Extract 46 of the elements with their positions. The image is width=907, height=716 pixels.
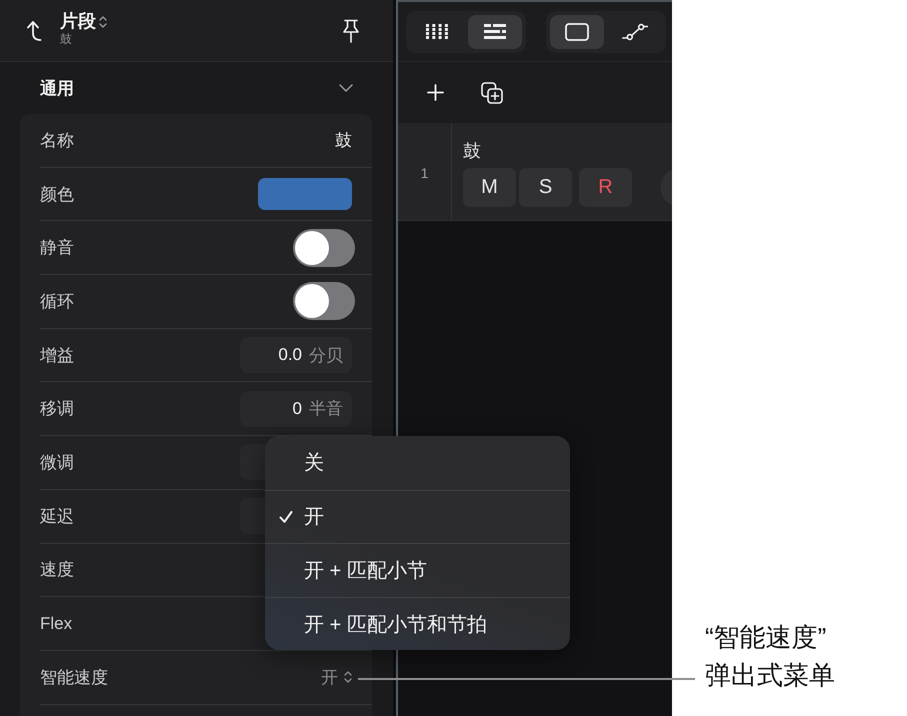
duplicate-icon[interactable]	[481, 82, 503, 104]
track-row[interactable]: 1 鼓 M S R	[398, 123, 672, 221]
pin-icon[interactable]	[342, 18, 360, 42]
panel-subtitle: 鼓	[60, 32, 72, 46]
menu-item[interactable]: 开 + 匹配小节和节拍	[265, 596, 570, 650]
number-field[interactable]: 0.0 分贝	[240, 337, 352, 374]
list-view-button[interactable]	[468, 14, 522, 48]
checkmark-icon	[279, 510, 293, 524]
curve-nodes-icon	[622, 22, 648, 40]
setting-label: 名称	[40, 130, 74, 152]
plus-icon[interactable]	[427, 84, 444, 101]
back-icon[interactable]	[25, 20, 42, 42]
solo-button[interactable]: S	[519, 168, 572, 207]
chevron-updown-icon[interactable]	[99, 14, 107, 28]
setting-label: 颜色	[40, 184, 74, 206]
popup-button[interactable]: 开	[321, 666, 352, 689]
chevron-updown-icon	[344, 670, 352, 684]
setting-label: 静音	[40, 237, 74, 260]
section-title[interactable]: 通用	[40, 76, 74, 100]
chevron-icon[interactable]	[339, 84, 353, 92]
setting-label: 微调	[40, 452, 74, 474]
setting-label: 速度	[40, 559, 74, 582]
mute-button[interactable]: M	[463, 168, 516, 207]
menu-item[interactable]: 开	[265, 490, 570, 544]
record-button[interactable]: R	[579, 168, 632, 207]
region-mode-button[interactable]	[550, 14, 604, 48]
list-icon	[484, 24, 506, 39]
setting-label: 延迟	[40, 506, 74, 528]
toggle-switch[interactable]	[293, 228, 355, 267]
menu-item[interactable]: 开 + 匹配小节	[265, 543, 570, 597]
panel-title: 片段	[60, 11, 96, 32]
setting-label: 智能速度	[40, 666, 108, 689]
setting-label: 循环	[40, 290, 74, 313]
setting-label: 增益	[40, 344, 74, 367]
setting-label: 移调	[40, 398, 74, 420]
track-number: 1	[420, 164, 428, 180]
toggle-switch[interactable]	[293, 282, 355, 320]
grid-icon	[426, 24, 448, 39]
menu-item[interactable]: 关	[265, 436, 570, 490]
color-swatch[interactable]	[258, 178, 352, 210]
setting-label: Flex	[40, 614, 72, 634]
number-field[interactable]: 0 半音	[240, 390, 352, 427]
track-name: 鼓	[463, 140, 481, 162]
rectangle-icon	[565, 22, 589, 40]
name-value[interactable]: 鼓	[335, 128, 352, 152]
callout-label: “智能速度” 弹出式菜单	[705, 621, 835, 692]
